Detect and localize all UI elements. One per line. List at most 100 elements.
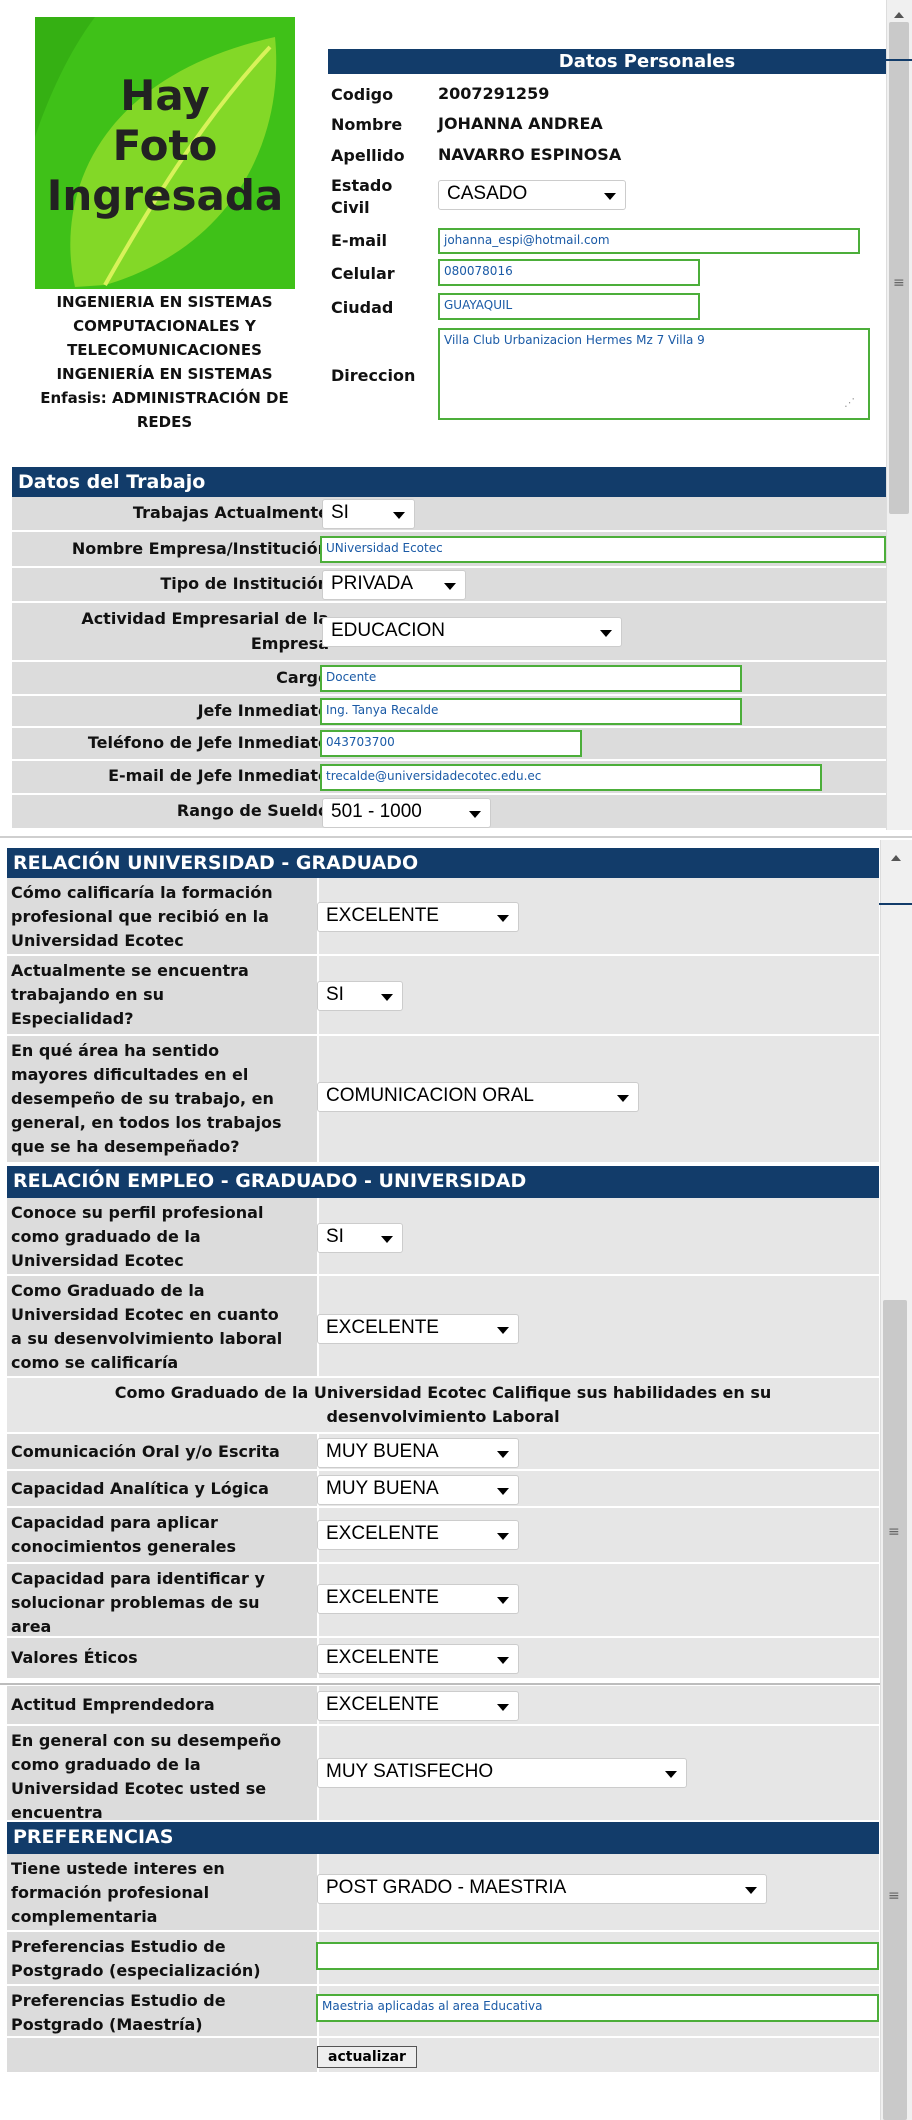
email-field[interactable]: johanna_espi@hotmail.com <box>438 228 860 254</box>
label-line: desempeño de su trabajo, en <box>11 1089 274 1108</box>
celular-field[interactable]: 080078016 <box>438 259 700 286</box>
chevron-down-icon <box>393 512 405 519</box>
chevron-down-icon <box>497 1488 509 1495</box>
label-line: Cómo calificaría la formación <box>11 883 273 902</box>
scroll-up-icon[interactable] <box>891 855 901 861</box>
chevron-down-icon <box>497 1597 509 1604</box>
jefe-field[interactable]: Ing. Tanya Recalde <box>320 698 742 725</box>
maestria-field[interactable]: Maestria aplicadas al area Educativa <box>316 1994 879 2022</box>
formacion-select[interactable]: EXCELENTE <box>317 902 519 932</box>
personal-header: Datos Personales <box>328 49 886 74</box>
satisfaccion-select[interactable]: MUY SATISFECHO <box>317 1758 687 1788</box>
chevron-down-icon <box>444 583 456 590</box>
label-line: a su desenvolvimiento laboral <box>11 1329 283 1348</box>
habilidad-row-5: Valores Éticos EXCELENTE <box>7 1638 879 1680</box>
label-line: como graduado de la <box>11 1227 201 1246</box>
analitica-value: MUY BUENA <box>326 1478 439 1499</box>
work-row-telefono: Teléfono de Jefe Inmediato 043703700 <box>12 728 886 761</box>
apellido-label: Apellido <box>331 146 405 165</box>
emprendedora-select[interactable]: EXCELENTE <box>317 1691 519 1721</box>
label-line: Universidad Ecotec en cuanto <box>11 1305 279 1324</box>
photo-placeholder: Hay Foto Ingresada <box>35 17 295 289</box>
label-line: trabajando en su <box>11 985 164 1004</box>
especializacion-field[interactable] <box>316 1942 879 1970</box>
chevron-down-icon <box>604 193 616 200</box>
label-line: Especialidad? <box>11 1009 134 1028</box>
chevron-down-icon <box>600 630 612 637</box>
desenvolvimiento-select[interactable]: EXCELENTE <box>317 1314 519 1344</box>
jefe-email-field[interactable]: trecalde@universidadecotec.edu.ec <box>320 764 822 791</box>
direccion-label: Direccion <box>331 366 416 385</box>
rango-sueldo-select[interactable]: 501 - 1000 <box>322 798 491 828</box>
rel-empleo-row-1: Conoce su perfil profesional como gradua… <box>7 1198 879 1276</box>
label-line: area <box>11 1617 52 1636</box>
nombre-value: JOHANNA ANDREA <box>438 114 603 133</box>
estado-label-l2: Civil <box>331 198 370 217</box>
chevron-down-icon <box>497 915 509 922</box>
habilidad-row-3: Capacidad para aplicar conocimientos gen… <box>7 1508 879 1564</box>
perfil-select[interactable]: SI <box>317 1223 403 1253</box>
formacion-complementaria-select[interactable]: POST GRADO - MAESTRIA <box>317 1874 767 1904</box>
habilidad-row-1: Comunicación Oral y/o Escrita MUY BUENA <box>7 1434 879 1471</box>
habilidad-row-6: Actitud Emprendedora EXCELENTE <box>7 1686 879 1726</box>
comunicacion-select[interactable]: MUY BUENA <box>317 1438 519 1468</box>
frame-divider <box>0 836 912 838</box>
direccion-textarea[interactable]: Villa Club Urbanizacion Hermes Mz 7 Vill… <box>438 328 870 420</box>
analitica-select[interactable]: MUY BUENA <box>317 1475 519 1505</box>
problemas-select[interactable]: EXCELENTE <box>317 1584 519 1614</box>
chevron-down-icon <box>665 1771 677 1778</box>
actividad-label-l2: Empresa <box>250 634 329 653</box>
career-line: Enfasis: ADMINISTRACIÓN DE <box>40 389 289 407</box>
actualizar-button[interactable]: actualizar <box>317 2046 417 2068</box>
dificultades-select[interactable]: COMUNICACION ORAL <box>317 1082 639 1112</box>
trabajas-actualmente-select[interactable]: SI <box>322 499 415 529</box>
ciudad-field[interactable]: GUAYAQUIL <box>438 293 700 320</box>
chevron-down-icon <box>497 1704 509 1711</box>
grip-icon: ≡ <box>893 275 905 291</box>
jefe-label: Jefe Inmediato <box>197 701 329 720</box>
resize-grip-icon[interactable]: ⋰ <box>844 396 855 409</box>
subheader-text: Como Graduado de la Universidad Ecotec C… <box>7 1381 879 1429</box>
bottom-scrollbar-thumb[interactable] <box>883 1300 907 2120</box>
emprendedora-value: EXCELENTE <box>326 1694 439 1715</box>
apellido-value: NAVARRO ESPINOSA <box>438 145 622 164</box>
actividad-label: Actividad Empresarial de la Empresa <box>81 606 329 656</box>
especialidad-value: SI <box>326 984 344 1005</box>
top-scrollbar-thumb[interactable] <box>889 22 909 514</box>
label-line: Universidad Ecotec <box>11 931 184 950</box>
estado-label: Estado Civil <box>331 175 392 219</box>
especialidad-select[interactable]: SI <box>317 981 403 1011</box>
chevron-down-icon <box>469 811 481 818</box>
label-line: complementaria <box>11 1907 158 1926</box>
empresa-field[interactable]: UNiversidad Ecotec <box>320 536 886 563</box>
q-perfil-label: Conoce su perfil profesional como gradua… <box>11 1201 311 1273</box>
label-line: Preferencias Estudio de <box>11 1991 226 2010</box>
label-line: Como Graduado de la Universidad Ecotec C… <box>114 1383 772 1402</box>
valores-select[interactable]: EXCELENTE <box>317 1644 519 1674</box>
prefs-row-3: Preferencias Estudio de Postgrado (Maest… <box>7 1986 879 2038</box>
actividad-select[interactable]: EDUCACION <box>322 617 622 647</box>
career-line: INGENIERIA EN SISTEMAS <box>56 293 273 311</box>
rel-univ-row-3: En qué área ha sentido mayores dificulta… <box>7 1036 879 1164</box>
label-line: Preferencias Estudio de <box>11 1937 226 1956</box>
label-line: Postgrado (Maestría) <box>11 2015 203 2034</box>
label-line: desenvolvimiento Laboral <box>326 1407 560 1426</box>
chevron-down-icon <box>497 1327 509 1334</box>
comunicacion-value: MUY BUENA <box>326 1441 439 1462</box>
tipo-institucion-select[interactable]: PRIVADA <box>322 570 466 600</box>
pref-label: Tiene ustede interes en formación profes… <box>11 1857 311 1929</box>
problemas-value: EXCELENTE <box>326 1587 439 1608</box>
actividad-value: EDUCACION <box>331 620 446 641</box>
estado-civil-select[interactable]: CASADO <box>438 180 626 210</box>
work-row-actual: Trabajas Actualmente SI <box>12 497 886 532</box>
scroll-up-icon[interactable] <box>894 12 904 18</box>
formacion-value: EXCELENTE <box>326 905 439 926</box>
conocimientos-select[interactable]: EXCELENTE <box>317 1520 519 1550</box>
cargo-field[interactable]: Docente <box>320 665 742 692</box>
codigo-value: 2007291259 <box>438 84 550 103</box>
label-line: Postgrado (especialización) <box>11 1961 261 1980</box>
telefono-field[interactable]: 043703700 <box>320 730 582 757</box>
prefs-row-submit: actualizar <box>7 2038 879 2074</box>
perfil-value: SI <box>326 1226 344 1247</box>
habilidad-label: Capacidad para aplicar conocimientos gen… <box>11 1511 311 1559</box>
